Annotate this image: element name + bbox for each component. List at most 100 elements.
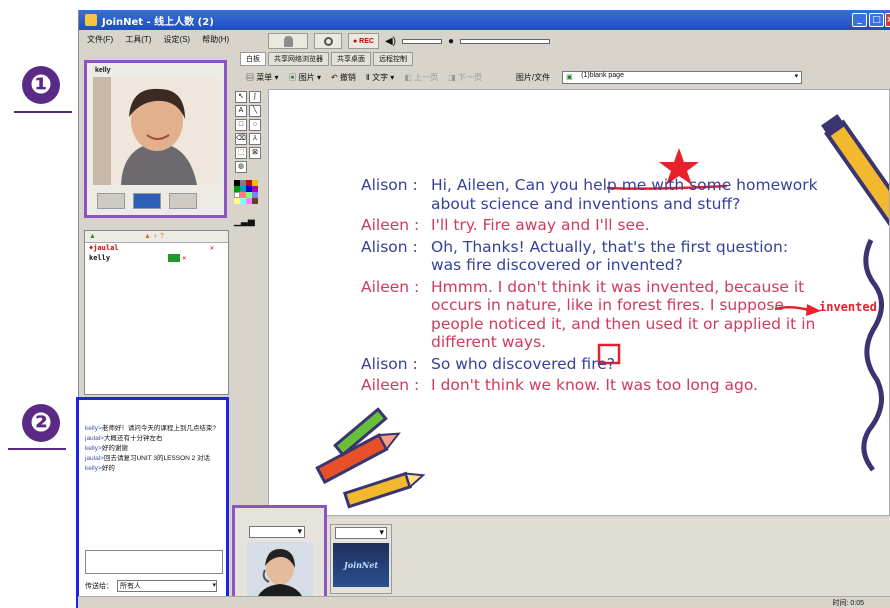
dialogue-text-line: So who discovered fire?	[431, 354, 615, 373]
line-tool[interactable]: ╲	[249, 105, 261, 117]
chat-message: kelly>好的	[85, 465, 115, 472]
participant-list: ▲ ▲ ♀ ? ♦jaulal ✕ kelly ✕	[84, 230, 229, 395]
whiteboard-canvas[interactable]: invented Alison : Hi, Aileen, Can you hel…	[268, 89, 890, 516]
pen-tool[interactable]: ∫	[249, 91, 261, 103]
menu-help[interactable]: 帮助(H)	[202, 34, 229, 45]
app-logo-icon	[85, 14, 97, 26]
select-area-tool[interactable]: ⬚	[235, 147, 247, 159]
video-source-select[interactable]: ▾	[249, 526, 305, 538]
muted-icon: ✕	[182, 254, 187, 262]
menu-bar: 文件(F) 工具(T) 设定(S) 帮助(H)	[79, 30, 254, 48]
prev-page-button[interactable]: ◧ 上一页	[404, 72, 438, 83]
speaker-name: Alison :	[361, 176, 418, 194]
video-window-button[interactable]	[133, 193, 161, 209]
menu-tools[interactable]: 工具(T)	[125, 34, 151, 45]
title-bar: JoinNet - 线上人数 (2) _ □ ×	[79, 10, 890, 30]
video-feed	[93, 77, 219, 185]
next-page-button[interactable]: ◨ 下一页	[448, 72, 482, 83]
ellipse-tool[interactable]: ○	[249, 119, 261, 131]
eraser-tool[interactable]: ⌫	[235, 133, 247, 145]
menu-file[interactable]: 文件(F)	[87, 34, 113, 45]
tab-shared-browser[interactable]: 共享网络浏览器	[268, 52, 329, 66]
annotation-badge-2: ❷	[22, 404, 60, 442]
menu-settings[interactable]: 设定(S)	[163, 34, 190, 45]
undo-button[interactable]: ↶ 撤销	[331, 72, 356, 83]
send-to-select[interactable]: 所有人 ▾	[117, 580, 217, 592]
remote-video-feed	[247, 542, 313, 604]
volume-slider[interactable]	[401, 38, 442, 44]
wavy-line-decoration	[861, 238, 884, 472]
chat-input[interactable]	[85, 550, 223, 574]
tab-shared-desktop[interactable]: 共享桌面	[331, 52, 371, 66]
muted-icon: ✕	[209, 244, 214, 252]
status-icons: ▲ ♀ ?	[143, 233, 164, 240]
page-select[interactable]: ▣ (1)blank page ▾	[562, 70, 803, 84]
microphone-icon: ●	[447, 35, 455, 47]
color-swatch[interactable]	[252, 198, 258, 204]
text-button[interactable]: Ⅱ 文字 ▾	[366, 72, 394, 83]
participant-row[interactable]: kelly ✕	[85, 253, 228, 263]
chat-panel: kelly>老师好！请问今天的课程上到几点结束? jaulal>大概还有十分钟左…	[76, 397, 229, 608]
dialogue-line: Aileen : Hmmm. I don't think it was inven…	[361, 278, 821, 352]
dialogue-text-line: I'll try. Fire away and I'll see.	[431, 216, 650, 234]
camera-on-icon	[168, 254, 181, 262]
thumbnail-select[interactable]: ▾	[335, 527, 387, 539]
record-button[interactable]: ● REC	[348, 33, 379, 49]
person-icon	[283, 35, 293, 47]
camera-off-button[interactable]	[97, 193, 125, 209]
text-tool[interactable]: A	[235, 105, 247, 117]
line-width-selector[interactable]: ▁▃▅	[234, 216, 266, 227]
send-to-label: 传送给：	[85, 583, 113, 590]
chevron-down-icon: ▾	[794, 72, 799, 80]
tab-remote-control[interactable]: 远程控制	[373, 52, 413, 66]
clear-tool[interactable]: ⊠	[249, 147, 261, 159]
chat-message: kelly>老师好！请问今天的课程上到几点结束?	[85, 425, 216, 432]
highlighter-tool[interactable]: ⅄	[249, 133, 261, 145]
participant-name: kelly	[89, 254, 111, 262]
dialogue-line: Aileen : I don't think we know. It was to…	[361, 376, 821, 395]
dialogue-text-line: Hmmm. I don't think it was invented, bec…	[431, 277, 816, 352]
maximize-button[interactable]: □	[869, 13, 884, 27]
pointer-tool[interactable]: ↖	[235, 91, 247, 103]
page-icon: ▣	[566, 73, 573, 81]
dialogue-line: Alison : Hi, Aileen, Can you help me with…	[361, 176, 821, 213]
chevron-down-icon: ▾	[297, 526, 302, 536]
whiteboard-toolbar: ▤ 菜单 ▾ ▣ 图片 ▾ ↶ 撤销 Ⅱ 文字 ▾ ◧ 上一页 ◨ 下一页 图片…	[240, 68, 890, 86]
menu-button[interactable]: ▤ 菜单 ▾	[246, 72, 278, 83]
speaker-name: Alison :	[361, 237, 418, 256]
close-button[interactable]: ×	[885, 13, 890, 27]
snapshot-button[interactable]	[169, 193, 197, 209]
shared-slide-thumbnail[interactable]: ▾ JoinNet	[330, 524, 392, 594]
video-toggle-button[interactable]	[268, 33, 308, 49]
mic-level-slider[interactable]	[460, 38, 551, 44]
dialogue-text-line: Oh, Thanks! Actually, that's the first q…	[431, 237, 789, 275]
local-video-panel: kelly	[84, 60, 227, 218]
dialogue-line: Alison : So who discovered fire?	[361, 355, 821, 374]
thumbnail-logo: JoinNet	[333, 543, 389, 587]
headset-button[interactable]	[314, 33, 342, 49]
image-button[interactable]: ▣ 图片 ▾	[288, 72, 320, 83]
page-label: 图片/文件	[515, 72, 551, 82]
drawing-tools: ↖ ∫ A ╲ □ ○ ⌫ ⅄ ⬚ ⊠ ◍ ▁▃▅	[234, 90, 266, 270]
participant-row[interactable]: ♦jaulal ✕	[85, 243, 228, 253]
chevron-down-icon: ▾	[379, 527, 384, 537]
dialogue-line: Alison : Oh, Thanks! Actually, that's the…	[361, 238, 821, 275]
remote-video-panel: ▾	[232, 505, 327, 608]
chat-message: jaulal>回去请复习UNIT 3的LESSON 2 对话	[85, 455, 211, 462]
color-fill-tool[interactable]: ◍	[235, 161, 247, 173]
tab-whiteboard[interactable]: 白板	[240, 52, 266, 66]
chat-log: kelly>老师好！请问今天的课程上到几点结束? jaulal>大概还有十分钟左…	[85, 424, 223, 474]
feature-tabs: 白板 共享网络浏览器 共享桌面 远程控制	[240, 52, 413, 66]
send-to-row: 传送给： 所有人 ▾	[85, 580, 217, 592]
rectangle-tool[interactable]: □	[235, 119, 247, 131]
users-icon: ▲	[89, 233, 96, 240]
text-icon: Ⅱ	[365, 72, 370, 82]
chevron-down-icon: ▾	[212, 582, 216, 589]
dialogue-text-line: I don't think we know. It was too long a…	[431, 376, 758, 394]
video-user-name: kelly	[95, 67, 111, 74]
speaker-name: Aileen :	[361, 376, 420, 394]
margin-note: invented	[819, 300, 877, 314]
dialogue-text: Alison : Hi, Aileen, Can you help me with…	[361, 176, 821, 395]
speaker-icon: ◀)	[384, 35, 396, 47]
minimize-button[interactable]: _	[852, 13, 867, 27]
